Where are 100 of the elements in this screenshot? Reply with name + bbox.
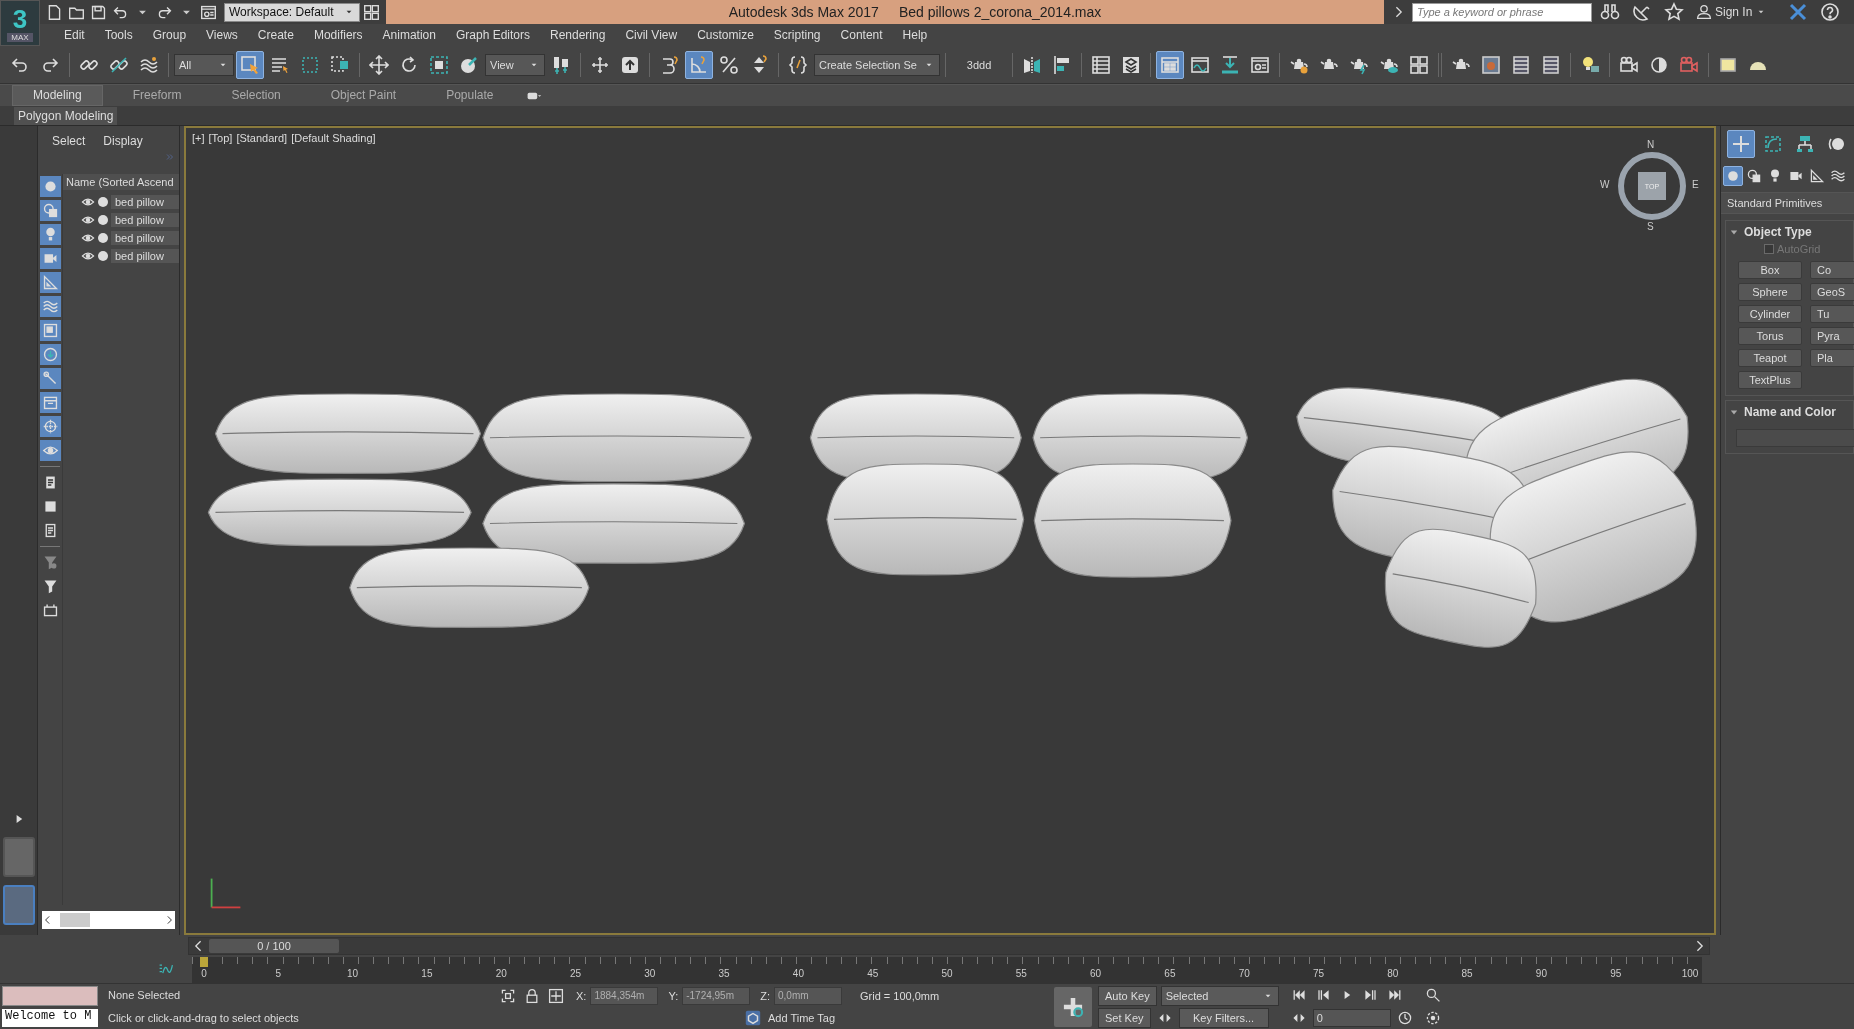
coordinate-field[interactable]: -1724,95m <box>682 986 751 1005</box>
dot-icon[interactable] <box>98 233 108 243</box>
viewport-label[interactable]: [Default Shading] <box>291 132 376 144</box>
coordinate-field[interactable]: 0,0mm <box>774 986 842 1005</box>
dropdown[interactable]: View <box>485 53 545 76</box>
explorer-tab[interactable]: Display <box>103 134 143 148</box>
target-icon[interactable] <box>39 416 61 437</box>
frame-number: 100 <box>1681 968 1699 980</box>
viewport-label[interactable]: [+] <box>192 132 205 144</box>
plus-icon[interactable] <box>1727 130 1755 158</box>
app-logo[interactable]: 3 MAX <box>0 0 40 46</box>
primitive-button[interactable]: Pyra <box>1810 327 1854 345</box>
primitive-button[interactable]: Box <box>1738 261 1802 279</box>
frame-number: 0 <box>201 968 207 980</box>
menu-item[interactable]: Edit <box>54 24 95 46</box>
frame-marker[interactable] <box>200 957 208 967</box>
ribbon-tab[interactable]: Selection <box>211 86 301 105</box>
cube-tag-icon[interactable] <box>744 1009 762 1028</box>
menu-item[interactable]: Views <box>196 24 248 46</box>
listener-field[interactable] <box>2 986 98 1007</box>
sign-in-button[interactable]: Sign In <box>1692 4 1772 20</box>
archive-box-icon[interactable] <box>39 392 61 413</box>
category-dropdown[interactable]: Standard Primitives <box>1721 192 1854 214</box>
auto-key-button[interactable]: Auto Key <box>1098 985 1157 1006</box>
wave-icon[interactable] <box>39 296 61 317</box>
collapse-arrow-icon[interactable] <box>1730 228 1738 236</box>
primitive-button[interactable]: Sphere <box>1738 283 1802 301</box>
workspace-dropdown[interactable]: Workspace: Default <box>224 2 360 22</box>
dot-icon[interactable] <box>98 215 108 225</box>
frame-number: 25 <box>569 968 582 980</box>
coordinate-field[interactable]: 1884,354m <box>590 986 659 1005</box>
pencil-icon[interactable] <box>39 368 61 389</box>
framed-square-icon[interactable] <box>39 320 61 341</box>
cursor-icon[interactable] <box>236 50 264 79</box>
object-name[interactable]: bed pillow <box>111 231 179 245</box>
camera-icon[interactable] <box>39 248 61 269</box>
menu-item[interactable]: Graph Editors <box>445 24 540 46</box>
menu-item[interactable]: Animation <box>372 24 446 46</box>
track-bar[interactable]: 0 5 10 15 20 25 30 35 40 45 50 55 60 65 70 75 80 85 90 95 100 <box>192 957 1702 983</box>
set-key-button[interactable]: Set Key <box>1098 1007 1151 1028</box>
rollout-title[interactable]: Object Type <box>1744 225 1812 239</box>
bulb-icon[interactable] <box>39 224 61 245</box>
primitive-button[interactable]: GeoS <box>1810 283 1854 301</box>
ribbon-tab[interactable]: Object Paint <box>310 86 417 105</box>
dot-icon[interactable] <box>98 251 108 261</box>
shapes-icon[interactable] <box>39 200 61 221</box>
explorer-tab[interactable]: Select <box>52 134 86 148</box>
object-name[interactable]: bed pillow <box>111 249 179 263</box>
key-mode-dropdown[interactable]: Selected <box>1160 985 1279 1006</box>
time-slider-thumb[interactable]: 0 / 100 <box>209 939 339 953</box>
viewport-label[interactable]: [Standard] <box>236 132 288 144</box>
menu-item[interactable]: Customize <box>687 24 764 46</box>
dot-icon[interactable] <box>98 197 108 207</box>
object-name[interactable]: bed pillow <box>111 195 179 209</box>
primitive-button[interactable]: Cylinder <box>1738 305 1802 323</box>
frame-number: 45 <box>867 968 879 980</box>
key-plus-icon[interactable] <box>1054 986 1092 1027</box>
primitive-button[interactable]: Tu <box>1810 305 1854 323</box>
dropdown[interactable]: Create Selection Se <box>814 53 940 76</box>
menu-item[interactable]: Group <box>142 24 197 46</box>
menu-item[interactable]: Content <box>830 24 893 46</box>
scroll-bar[interactable] <box>42 911 175 929</box>
axis-label: Z: <box>760 989 770 1002</box>
primitive-button[interactable]: TextPlus <box>1738 371 1802 389</box>
name-field[interactable] <box>1736 429 1854 447</box>
viewport-layout-tab[interactable] <box>2 885 35 925</box>
axis-label: Y: <box>668 989 679 1002</box>
menu-item[interactable]: Rendering <box>540 24 616 46</box>
menu-item[interactable]: Create <box>247 24 304 46</box>
frame-field[interactable]: 0 <box>1312 1008 1391 1027</box>
dropdown[interactable]: All <box>174 53 234 76</box>
key-filters-button[interactable]: Key Filters... <box>1178 1007 1269 1028</box>
menu-item[interactable]: Help <box>892 24 938 46</box>
viewport-label[interactable]: [Top] <box>208 132 233 144</box>
frame-number: 20 <box>495 968 507 980</box>
search-field[interactable]: Type a keyword or phrase <box>1412 2 1592 22</box>
column-header[interactable]: Name (Sorted Ascend <box>63 174 179 190</box>
menu-item[interactable]: Civil View <box>615 24 688 46</box>
menu-item[interactable]: Tools <box>94 24 143 46</box>
file-name: Bed pillows 2_corona_2014.max <box>898 4 1102 20</box>
menu-item[interactable]: Modifiers <box>303 24 373 46</box>
listener-output[interactable]: Welcome to M <box>2 1008 98 1027</box>
ribbon-panel-tab[interactable]: Polygon Modeling <box>14 106 118 125</box>
primitive-button[interactable]: Teapot <box>1738 349 1802 367</box>
add-time-tag-button[interactable]: Add Time Tag <box>744 1009 836 1028</box>
panel-grid-icon[interactable] <box>1156 50 1185 79</box>
primitive-button[interactable]: Pla <box>1810 349 1854 367</box>
primitive-button[interactable]: Co <box>1810 261 1854 279</box>
ribbon-tab[interactable]: Freeform <box>112 86 202 105</box>
user-icon[interactable] <box>1696 4 1712 20</box>
time-slider-track[interactable]: 0 / 100 <box>188 937 1710 955</box>
angle-icon[interactable] <box>685 50 713 79</box>
ribbon-tab[interactable]: Populate <box>426 86 514 105</box>
menu-item[interactable]: Scripting <box>763 24 831 46</box>
ribbon-tab[interactable]: Modeling <box>12 85 103 106</box>
object-name[interactable]: bed pillow <box>111 213 179 227</box>
eye-icon[interactable] <box>39 440 61 461</box>
primitive-button[interactable]: Torus <box>1738 327 1802 345</box>
rollout-title[interactable]: Name and Color <box>1744 405 1836 419</box>
collapse-arrow-icon[interactable] <box>1730 408 1738 416</box>
